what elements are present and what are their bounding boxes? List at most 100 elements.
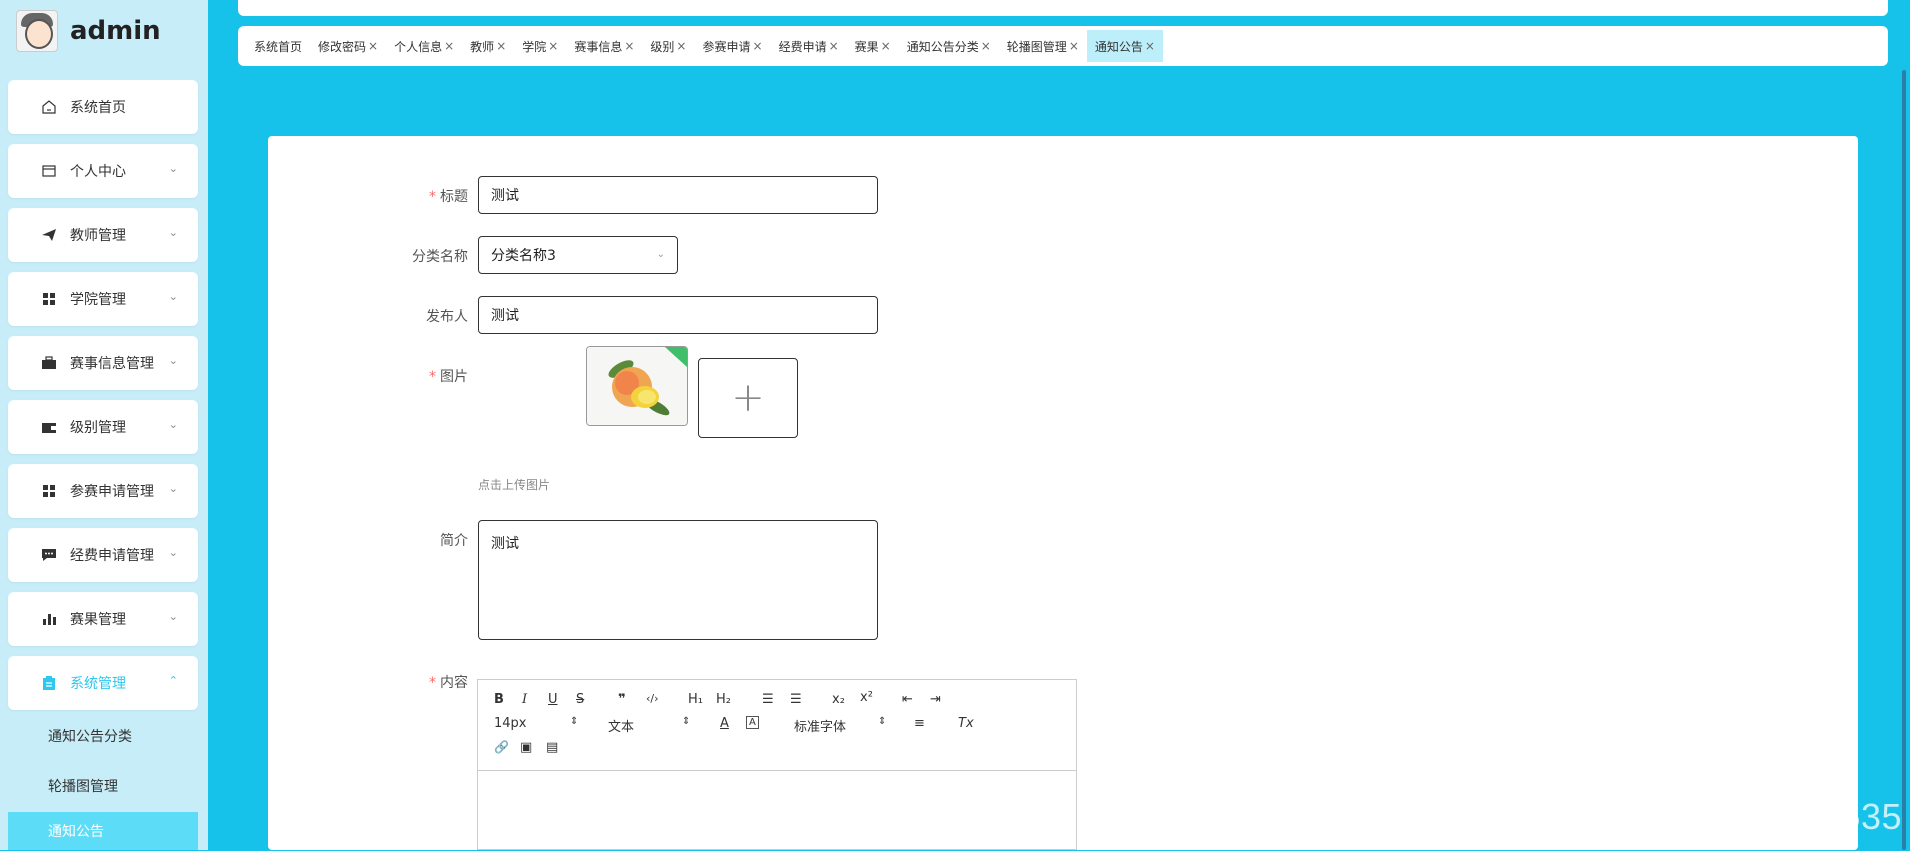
watermark: CSDN @q_q1262330535	[1483, 796, 1902, 837]
tab-college[interactable]: 学院 ×	[514, 30, 566, 62]
sidebar-item-teacher[interactable]: 教师管理 ⌄	[8, 208, 198, 262]
close-icon[interactable]: ×	[881, 39, 891, 53]
tab-notice[interactable]: 通知公告 ×	[1086, 30, 1163, 62]
wallet-fill-icon	[40, 418, 58, 436]
outdent-button[interactable]: ⇤	[902, 692, 913, 707]
title-label: * 标题	[348, 186, 468, 206]
tab-results[interactable]: 赛果 ×	[847, 30, 899, 62]
close-icon[interactable]: ×	[1069, 39, 1079, 53]
publisher-input[interactable]: 测试	[478, 296, 878, 334]
sidebar-item-event-info[interactable]: 赛事信息管理 ⌄	[8, 336, 198, 390]
tab-home[interactable]: 系统首页	[246, 30, 310, 62]
tab-carousel[interactable]: 轮播图管理 ×	[999, 30, 1087, 62]
editor-content-area[interactable]	[478, 771, 1076, 851]
font-color-button[interactable]: A	[720, 716, 729, 731]
tab-event-info[interactable]: 赛事信息 ×	[566, 30, 642, 62]
tab-teacher[interactable]: 教师 ×	[462, 30, 514, 62]
sidebar-item-participation[interactable]: 参赛申请管理 ⌄	[8, 464, 198, 518]
sidebar-item-funding[interactable]: 经费申请管理 ⌄	[8, 528, 198, 582]
submenu-item-label: 通知公告	[48, 824, 104, 840]
ordered-list-button[interactable]: ☰	[762, 692, 774, 707]
bullet-list-button[interactable]: ☰	[790, 692, 802, 707]
font-size-select[interactable]: 14px	[494, 716, 527, 731]
sidebar-item-personal-center[interactable]: 个人中心 ⌄	[8, 144, 198, 198]
category-label: 分类名称	[348, 246, 468, 266]
image-icon[interactable]: ▣	[520, 740, 532, 755]
italic-button[interactable]: I	[522, 692, 527, 707]
underline-button[interactable]: U	[548, 692, 558, 707]
page-scrollbar[interactable]	[1902, 70, 1906, 850]
sidebar-item-label: 赛果管理	[70, 612, 126, 628]
uploaded-image-thumbnail[interactable]	[586, 346, 688, 426]
close-icon[interactable]: ×	[676, 39, 686, 53]
link-icon[interactable]: 🔗	[494, 740, 509, 754]
sidebar-item-level[interactable]: 级别管理 ⌄	[8, 400, 198, 454]
sidebar-item-results[interactable]: 赛果管理 ⌄	[8, 592, 198, 646]
username: admin	[70, 16, 161, 46]
blockquote-button[interactable]: ❞	[618, 692, 626, 707]
sidebar: admin 系统首页 个人中心 ⌄ 教师管理 ⌄ 学院管理 ⌄ 赛事信息管理 ⌄	[0, 0, 208, 850]
indent-button[interactable]: ⇥	[930, 692, 941, 707]
close-icon[interactable]: ×	[368, 39, 378, 53]
close-icon[interactable]: ×	[496, 39, 506, 53]
required-mark: *	[429, 369, 436, 385]
sidebar-item-college[interactable]: 学院管理 ⌄	[8, 272, 198, 326]
intro-textarea[interactable]: 测试	[478, 520, 878, 640]
submenu-item-label: 通知公告分类	[48, 729, 132, 745]
submenu-item-notice[interactable]: 通知公告	[8, 812, 198, 850]
label-text: 内容	[440, 675, 468, 691]
wallet-icon	[40, 162, 58, 180]
brand: admin	[16, 10, 161, 52]
tab-level[interactable]: 级别 ×	[642, 30, 694, 62]
upload-add-button[interactable]: +	[698, 358, 798, 438]
subscript-button[interactable]: x₂	[832, 692, 845, 707]
tab-label: 修改密码	[318, 39, 367, 54]
submenu-item-label: 轮播图管理	[48, 779, 118, 795]
close-icon[interactable]: ×	[753, 39, 763, 53]
chevron-down-icon: ⌄	[168, 354, 178, 367]
code-block-button[interactable]: ‹/›	[646, 692, 659, 705]
superscript-button[interactable]: x²	[860, 690, 873, 705]
tab-personal-info[interactable]: 个人信息 ×	[386, 30, 462, 62]
category-select[interactable]: 分类名称3 ⌄	[478, 236, 678, 274]
tab-label: 通知公告	[1094, 39, 1143, 54]
close-icon[interactable]: ×	[829, 39, 839, 53]
title-input[interactable]: 测试	[478, 176, 878, 214]
chevron-down-icon: ⌄	[168, 610, 178, 623]
tab-change-password[interactable]: 修改密码 ×	[310, 30, 386, 62]
bold-button[interactable]: B	[494, 692, 504, 707]
close-icon[interactable]: ×	[1145, 39, 1155, 53]
background-color-button[interactable]: A	[746, 716, 759, 729]
font-family-select[interactable]: 标准字体	[794, 716, 846, 735]
close-icon[interactable]: ×	[981, 39, 991, 53]
submenu-item-carousel[interactable]: 轮播图管理	[8, 762, 198, 810]
heading-2-button[interactable]: H₂	[716, 692, 731, 707]
align-button[interactable]: ≡	[914, 716, 925, 731]
text-type-select[interactable]: 文本	[608, 716, 634, 735]
close-icon[interactable]: ×	[444, 39, 454, 53]
close-icon[interactable]: ×	[624, 39, 634, 53]
tab-funding[interactable]: 经费申请 ×	[771, 30, 847, 62]
tab-notice-category[interactable]: 通知公告分类 ×	[899, 30, 999, 62]
publisher-label: 发布人	[348, 306, 468, 326]
tabs-bar: 系统首页 修改密码 × 个人信息 × 教师 × 学院 × 赛事信息 × 级别 × 参赛申请 ×…	[238, 26, 1888, 66]
bar-chart-icon	[40, 610, 58, 628]
select-arrows-icon: ⇕	[878, 716, 887, 727]
strikethrough-button[interactable]: S	[576, 692, 584, 707]
video-icon[interactable]: ▤	[546, 740, 558, 755]
avatar[interactable]	[16, 10, 58, 52]
submenu-item-notice-category[interactable]: 通知公告分类	[8, 712, 198, 760]
tab-participation[interactable]: 参赛申请 ×	[694, 30, 770, 62]
tab-label: 参赛申请	[702, 39, 751, 54]
label-text: 发布人	[426, 309, 468, 325]
select-arrows-icon: ⇕	[682, 716, 691, 727]
intro-value: 测试	[491, 536, 519, 552]
rich-text-editor: B I U S ❞ ‹/› H₁ H₂ ☰ ☰ x₂ x² ⇤ ⇥ 14px ⇕…	[477, 679, 1077, 850]
clear-format-button[interactable]: Tx	[958, 716, 974, 731]
sidebar-item-system[interactable]: 系统管理 ⌃	[8, 656, 198, 710]
chevron-down-icon: ⌄	[168, 162, 178, 175]
heading-1-button[interactable]: H₁	[688, 692, 703, 707]
sidebar-item-home[interactable]: 系统首页	[8, 80, 198, 134]
chevron-down-icon: ⌄	[168, 482, 178, 495]
close-icon[interactable]: ×	[548, 39, 558, 53]
